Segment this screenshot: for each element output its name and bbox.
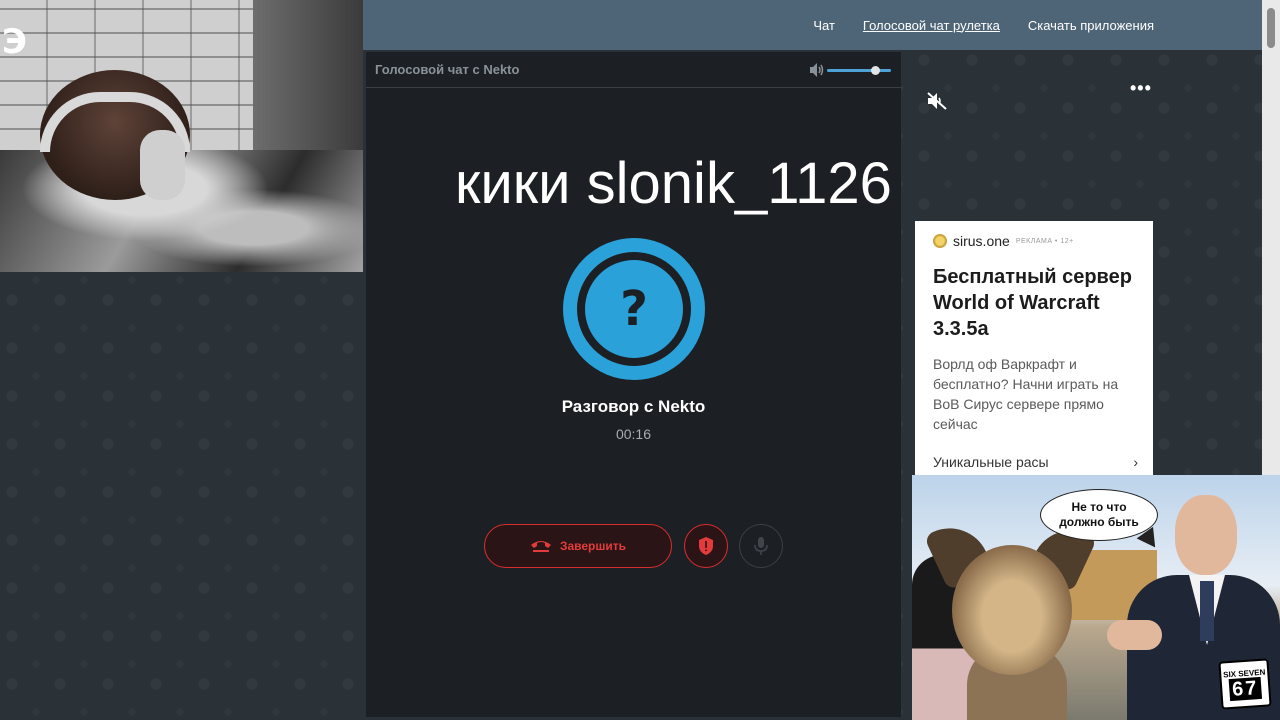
meme-image: Не то что должно быть SIX SEVEN 67 <box>912 475 1280 720</box>
caller-avatar: ? <box>563 238 705 380</box>
question-mark-icon: ? <box>620 281 648 337</box>
nav-link-chat[interactable]: Чат <box>813 18 835 33</box>
stream-caption: кики slonik_1126 <box>455 151 892 216</box>
logo-number: 67 <box>1228 676 1263 701</box>
muted-speaker-icon[interactable] <box>926 91 948 111</box>
nav-link-voice-roulette[interactable]: Голосовой чат рулетка <box>863 18 1000 33</box>
ad-link-label: Уникальные расы <box>933 454 1049 470</box>
meme-dog <box>952 545 1072 675</box>
call-partner-name: Разговор с Nekto <box>561 397 706 416</box>
microphone-icon <box>754 537 768 555</box>
nav-link-download-apps[interactable]: Скачать приложения <box>1028 18 1154 33</box>
speech-bubble: Не то что должно быть <box>1040 489 1158 541</box>
end-call-label: Завершить <box>559 539 627 553</box>
end-call-button[interactable]: Завершить <box>484 524 672 568</box>
volume-slider[interactable] <box>809 61 894 79</box>
call-header-title: Голосовой чат с Nekto <box>375 62 520 77</box>
webcam-badge: Э <box>2 22 27 62</box>
microphone-button[interactable] <box>739 524 783 568</box>
ad-link[interactable]: Уникальные расы › <box>933 454 1138 470</box>
top-navigation: Чат Голосовой чат рулетка Скачать прилож… <box>363 0 1262 50</box>
speech-bubble-line-2: должно быть <box>1059 515 1139 529</box>
advertisement[interactable]: sirus.one РЕКЛАМА • 12+ Бесплатный серве… <box>915 221 1153 475</box>
shield-icon <box>699 537 713 555</box>
ad-body: Ворлд оф Варкрафт и бесплатно? Начни игр… <box>933 356 1119 432</box>
brand-logo-icon <box>933 234 947 248</box>
chevron-right-icon: › <box>1133 454 1138 470</box>
call-header: Голосовой чат с Nekto <box>366 52 901 88</box>
hangup-phone-icon <box>530 541 551 552</box>
call-timer: 00:16 <box>615 426 652 442</box>
scrollbar-thumb[interactable] <box>1267 8 1275 48</box>
ad-tag: РЕКЛАМА • 12+ <box>1015 237 1074 245</box>
report-button[interactable] <box>684 524 728 568</box>
speaker-icon[interactable] <box>809 61 825 79</box>
ad-brand: sirus.one <box>953 233 1010 249</box>
call-controls: Завершить <box>366 522 901 572</box>
headphone-cup <box>140 130 185 200</box>
volume-track[interactable] <box>827 69 891 72</box>
speech-bubble-line-1: Не то что <box>1071 500 1127 514</box>
more-options-icon[interactable]: ••• <box>1130 78 1152 99</box>
webcam-feed: Э <box>0 0 363 272</box>
ad-brand-row: sirus.one РЕКЛАМА • 12+ <box>933 233 1074 249</box>
volume-knob[interactable] <box>871 66 880 75</box>
nav-links: Чат Голосовой чат рулетка Скачать прилож… <box>813 0 1154 50</box>
six-seven-logo: SIX SEVEN 67 <box>1218 658 1272 710</box>
ad-headline[interactable]: Бесплатный сервер World of Warcraft 3.3.… <box>933 264 1143 342</box>
